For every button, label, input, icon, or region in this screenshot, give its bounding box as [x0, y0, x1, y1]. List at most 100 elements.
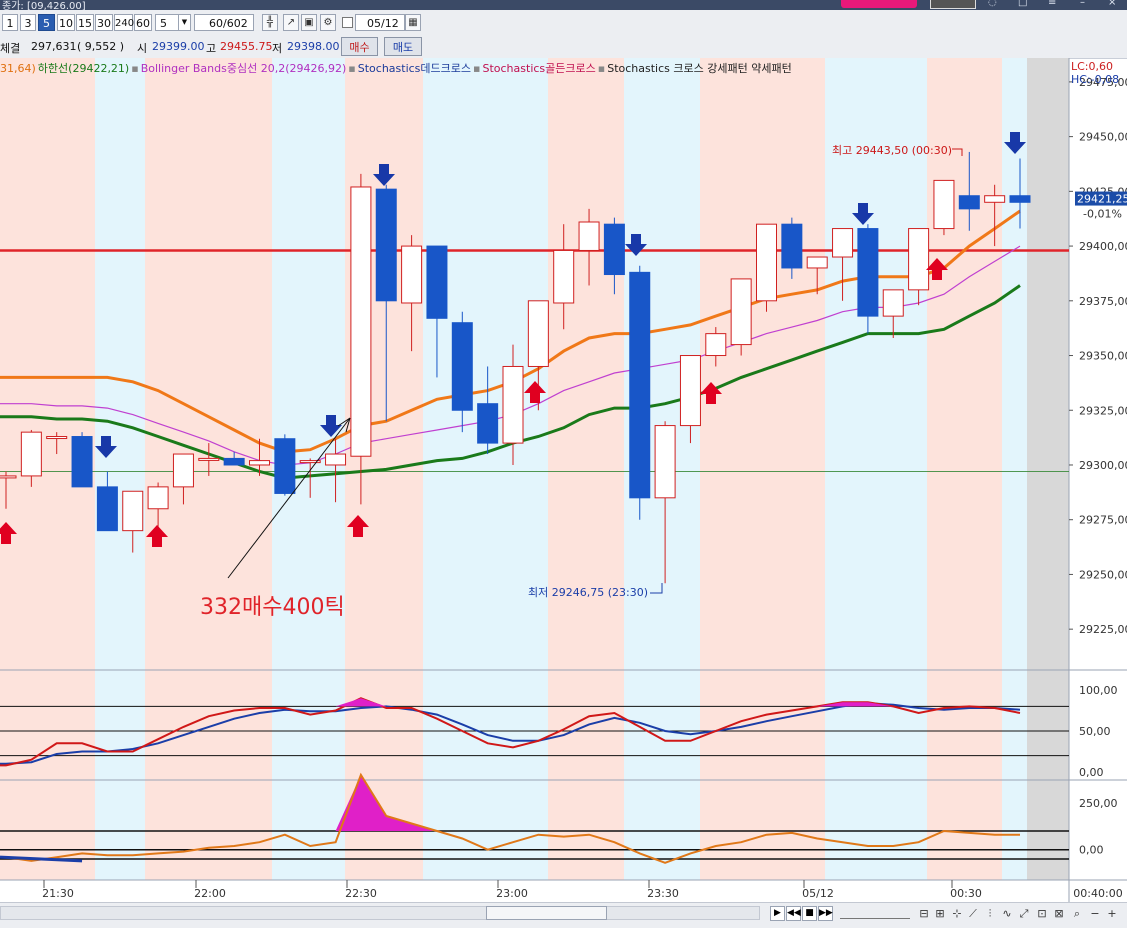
date-field[interactable]: 05/12	[355, 14, 405, 31]
link-icon[interactable]: ◌	[988, 0, 997, 8]
sell-button[interactable]: 매도	[384, 37, 422, 56]
candle-body[interactable]	[71, 436, 93, 488]
candle-body[interactable]	[502, 365, 524, 444]
session-band	[272, 670, 345, 780]
candle-body[interactable]	[274, 438, 296, 494]
candle-body[interactable]	[375, 188, 397, 302]
candle-body[interactable]	[933, 179, 955, 230]
crosshair-icon[interactable]: ⊹	[950, 906, 964, 921]
minus-icon[interactable]: −	[1088, 906, 1102, 921]
price-tick-label: 29375,00	[1079, 295, 1127, 308]
candle-body[interactable]	[325, 453, 347, 466]
arrow-tool-icon[interactable]: ⤢	[1017, 906, 1031, 921]
candle-body[interactable]	[654, 425, 676, 499]
bar-tool-icon[interactable]: ⫶	[983, 906, 997, 921]
legend-separator: ▪	[473, 62, 481, 75]
fast-forward-icon[interactable]: ▶▶	[818, 906, 833, 921]
candle-body[interactable]	[603, 223, 625, 276]
candle-body[interactable]	[984, 195, 1006, 203]
stop-icon[interactable]: ■	[802, 906, 817, 921]
price-tick-label: 29300,00	[1079, 459, 1127, 472]
chart-area[interactable]: 29475,0029450,0029425,0029400,0029375,00…	[0, 58, 1127, 902]
candle-body[interactable]	[0, 475, 17, 479]
window-icon[interactable]: □	[1018, 0, 1027, 8]
candle-body[interactable]	[96, 486, 118, 532]
volume-value: 297,631	[31, 40, 77, 53]
candle-body[interactable]	[756, 223, 777, 302]
candle-body[interactable]	[172, 453, 194, 488]
zoom-fit-icon[interactable]: ⊟	[917, 906, 931, 921]
play-icon[interactable]: ▶	[770, 906, 785, 921]
period-button-15[interactable]: 15	[76, 14, 94, 31]
trend-icon[interactable]: ⟋	[966, 906, 980, 921]
menu-icon[interactable]: ≡	[1048, 0, 1056, 8]
count-total: /602	[223, 17, 248, 30]
session-band	[0, 58, 95, 670]
candle-body[interactable]	[401, 245, 423, 304]
candle-body[interactable]	[806, 256, 828, 269]
candle-body[interactable]	[857, 228, 879, 317]
candle-body[interactable]	[1009, 195, 1031, 203]
time-tick-label: 22:00	[194, 887, 226, 900]
count-field[interactable]: 60/602	[194, 14, 254, 31]
candle-body[interactable]	[882, 289, 904, 317]
date-checkbox[interactable]	[342, 17, 353, 28]
session-band	[145, 780, 272, 880]
candle-body[interactable]	[451, 322, 473, 411]
search-icon[interactable]: ⌕	[1070, 906, 1084, 921]
settings-icon[interactable]: ⚙	[320, 14, 336, 31]
period-button-5[interactable]: 5	[38, 14, 55, 31]
rewind-icon[interactable]: ◀◀	[786, 906, 801, 921]
candle-body[interactable]	[578, 221, 600, 251]
zoom-slider[interactable]	[840, 908, 910, 919]
horizontal-scrollbar[interactable]	[0, 906, 760, 920]
candle-body[interactable]	[730, 278, 752, 346]
zoom-out-icon[interactable]: ⊞	[933, 906, 947, 921]
minimize-icon[interactable]: –	[1080, 0, 1085, 8]
line-tool-icon[interactable]: ↗	[283, 14, 299, 31]
plus-icon[interactable]: +	[1105, 906, 1119, 921]
calendar-icon[interactable]: ▦	[405, 14, 421, 31]
period-button-1[interactable]: 1	[2, 14, 18, 31]
candle-body[interactable]	[20, 431, 42, 477]
grid-icon[interactable]: ⊡	[1035, 906, 1049, 921]
period-button-240[interactable]: 240	[114, 14, 134, 31]
quote-bar: 체결 297,631 ( 9,552 ) 시 29399.00 고 29455.…	[0, 36, 1127, 59]
buy-button[interactable]: 매수	[341, 37, 378, 56]
live-badge[interactable]	[930, 0, 976, 9]
candle-body[interactable]	[122, 490, 144, 532]
period-button-30[interactable]: 30	[95, 14, 113, 31]
candle-body[interactable]	[958, 195, 980, 210]
candle-body[interactable]	[426, 245, 448, 319]
chevron-down-icon[interactable]: ▼	[178, 15, 190, 30]
candle-type-icon[interactable]: ╬	[262, 14, 278, 31]
period-button-60[interactable]: 60	[134, 14, 152, 31]
candle-body[interactable]	[781, 223, 803, 269]
session-band	[0, 780, 95, 880]
table-icon[interactable]: ⊠	[1052, 906, 1066, 921]
candle-body[interactable]	[147, 486, 169, 510]
candle-body[interactable]	[832, 228, 854, 258]
candle-body[interactable]	[249, 460, 270, 466]
scrollbar-thumb[interactable]	[486, 906, 607, 920]
wave-icon[interactable]: ∿	[1000, 906, 1014, 921]
candle-body[interactable]	[527, 300, 549, 367]
candle-body[interactable]	[679, 355, 701, 427]
candle-body[interactable]	[629, 271, 651, 499]
candle-body[interactable]	[477, 403, 499, 444]
save-icon[interactable]: ▣	[301, 14, 317, 31]
future-area	[1027, 780, 1069, 880]
candle-body[interactable]	[198, 457, 220, 461]
period-button-10[interactable]: 10	[57, 14, 75, 31]
candle-body[interactable]	[705, 333, 727, 357]
period-button-3[interactable]: 3	[20, 14, 36, 31]
candle-body[interactable]	[908, 228, 930, 291]
candle-body[interactable]	[223, 457, 245, 466]
promo-badge[interactable]	[841, 0, 917, 8]
close-icon[interactable]: ×	[1108, 0, 1116, 8]
candle-body[interactable]	[553, 249, 575, 304]
candle-body[interactable]	[46, 436, 68, 440]
candle-body[interactable]	[350, 186, 372, 457]
period-toolbar: 1 3 5 10 15 30 240 60 5 ▼ 60/602 ╬ ↗ ▣ ⚙ …	[0, 10, 1127, 37]
period-select[interactable]: 5 ▼	[155, 14, 191, 31]
